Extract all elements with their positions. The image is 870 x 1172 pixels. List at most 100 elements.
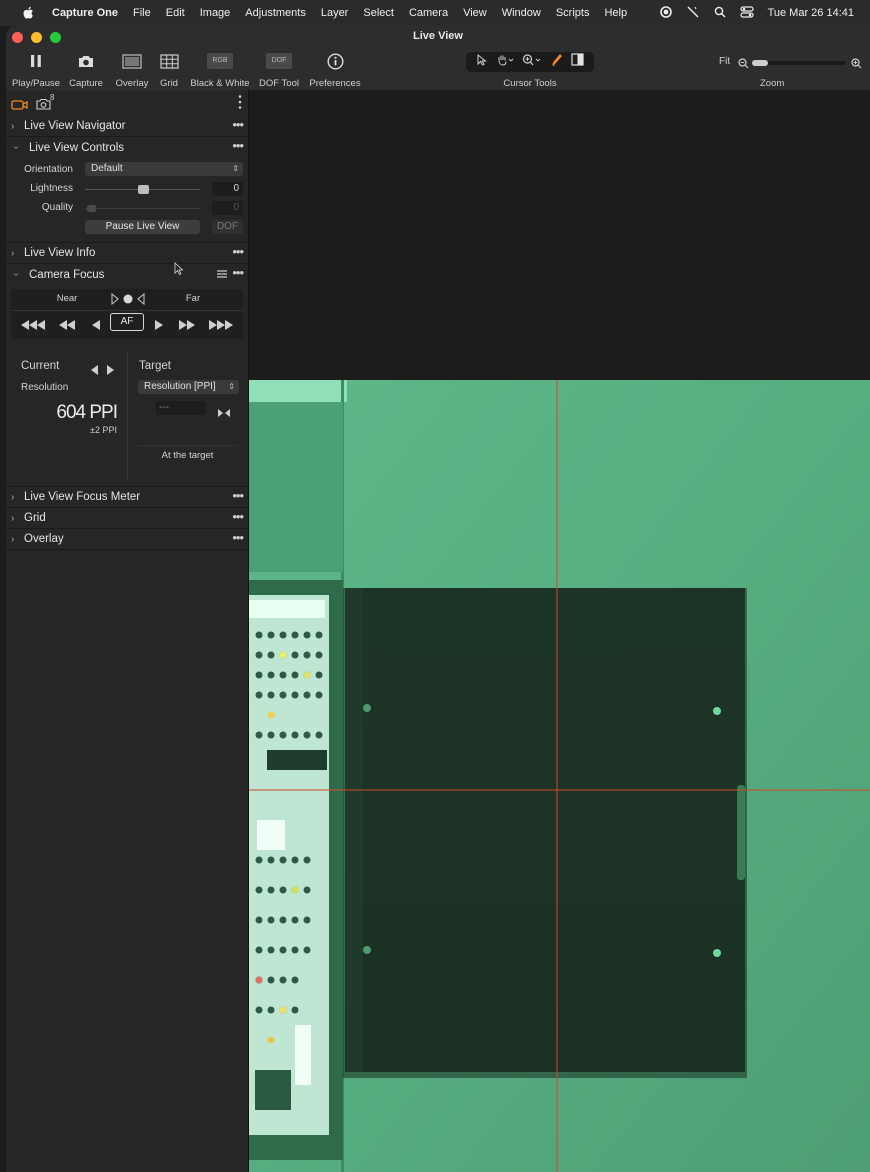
- section-title: Live View Navigator: [24, 120, 126, 132]
- menu-datetime[interactable]: Tue Mar 26 14:41: [768, 7, 854, 19]
- more-icon[interactable]: •••: [232, 530, 244, 545]
- set-target-icon[interactable]: [218, 404, 230, 422]
- live-view-viewer[interactable]: [249, 90, 870, 1172]
- section-title: Overlay: [24, 533, 64, 545]
- control-center-icon[interactable]: [739, 5, 754, 21]
- divider: [11, 310, 243, 311]
- capture-button[interactable]: Capture: [64, 50, 108, 89]
- up-down-arrows-icon: ⇕: [228, 382, 235, 391]
- menu-app-name[interactable]: Capture One: [52, 7, 118, 19]
- arrow-right-icon[interactable]: [106, 362, 114, 380]
- arrow-left-icon[interactable]: [91, 362, 99, 380]
- lightness-slider-knob[interactable]: [137, 185, 149, 194]
- record-icon[interactable]: [659, 5, 672, 21]
- menu-select[interactable]: Select: [363, 7, 394, 19]
- menu-edit[interactable]: Edit: [166, 7, 185, 19]
- zoom-fit-button[interactable]: Fit: [719, 56, 730, 67]
- dof-button[interactable]: DOF: [212, 220, 243, 234]
- grid-button[interactable]: Grid: [154, 50, 184, 89]
- quality-slider-knob[interactable]: [87, 205, 96, 212]
- orientation-value: Default: [91, 163, 123, 174]
- pause-icon: [10, 50, 62, 72]
- more-icon[interactable]: •••: [232, 265, 244, 280]
- quality-slider[interactable]: [85, 208, 200, 209]
- camera-icon: [64, 50, 108, 72]
- menu-image[interactable]: Image: [200, 7, 231, 19]
- section-title: Live View Controls: [29, 141, 125, 154]
- zoom-out-icon[interactable]: [738, 56, 749, 74]
- info-icon: [306, 50, 364, 72]
- play-pause-button[interactable]: Play/Pause: [10, 50, 62, 89]
- chevron-right-icon: ›: [11, 120, 15, 132]
- more-icon[interactable]: •••: [232, 509, 244, 524]
- autofocus-button[interactable]: AF: [110, 313, 144, 331]
- target-metric-select[interactable]: Resolution [PPI] ⇕: [138, 380, 239, 394]
- menu-window[interactable]: Window: [502, 7, 541, 19]
- section-live-view-focus-meter[interactable]: › Live View Focus Meter •••: [6, 487, 249, 508]
- menu-adjustments[interactable]: Adjustments: [245, 7, 306, 19]
- menu-layer[interactable]: Layer: [321, 7, 349, 19]
- black-white-button[interactable]: RGB Black & White: [186, 50, 254, 89]
- window-title: Live View: [413, 30, 463, 42]
- camera-tab-badge: 8: [50, 93, 55, 102]
- preferences-button[interactable]: Preferences: [306, 50, 364, 89]
- wand-icon[interactable]: [686, 6, 700, 21]
- more-vertical-icon[interactable]: [238, 94, 242, 115]
- list-icon[interactable]: [217, 269, 227, 281]
- section-camera-focus[interactable]: › Camera Focus •••: [6, 264, 249, 285]
- focus-far-medium-icon[interactable]: [179, 317, 195, 335]
- zoom-in-icon[interactable]: [851, 56, 862, 74]
- lightness-input[interactable]: 0: [212, 182, 243, 196]
- focus-far-small-icon[interactable]: [155, 317, 163, 335]
- target-value-input[interactable]: ---: [156, 401, 205, 415]
- select-arrow-icon[interactable]: [476, 53, 488, 71]
- pause-live-view-button[interactable]: Pause Live View: [85, 220, 200, 234]
- menu-help[interactable]: Help: [604, 7, 627, 19]
- zoom-tool-icon[interactable]: [522, 53, 542, 71]
- capture-label: Capture: [69, 78, 103, 89]
- overlay-button[interactable]: Overlay: [110, 50, 154, 89]
- resolution-tolerance: ±2 PPI: [90, 425, 117, 435]
- dof-tool-button[interactable]: DOF DOF Tool: [256, 50, 302, 89]
- more-icon[interactable]: •••: [232, 138, 244, 153]
- resolution-label: Resolution: [21, 382, 69, 393]
- section-overlay[interactable]: › Overlay •••: [6, 529, 249, 550]
- compare-split-icon[interactable]: [571, 53, 584, 71]
- section-live-view-navigator[interactable]: › Live View Navigator •••: [6, 116, 249, 137]
- section-live-view-info[interactable]: › Live View Info •••: [6, 243, 249, 264]
- menu-bar: Capture One File Edit Image Adjustments …: [0, 0, 870, 26]
- focus-far-large-icon[interactable]: [209, 317, 233, 335]
- orientation-select[interactable]: Default ⇕: [85, 162, 243, 176]
- search-icon[interactable]: [714, 6, 726, 21]
- pan-hand-icon[interactable]: [496, 53, 514, 71]
- chevron-right-icon: ›: [11, 491, 15, 503]
- zoom-slider-knob[interactable]: [752, 60, 768, 66]
- overlay-icon: [110, 50, 154, 72]
- more-icon[interactable]: •••: [232, 244, 244, 259]
- focus-near-medium-icon[interactable]: [59, 317, 75, 335]
- zoom-slider[interactable]: [752, 60, 846, 66]
- quality-input[interactable]: 0: [212, 201, 243, 215]
- menu-view[interactable]: View: [463, 7, 487, 19]
- menu-file[interactable]: File: [133, 7, 151, 19]
- overlay-label: Overlay: [115, 78, 149, 89]
- menu-scripts[interactable]: Scripts: [556, 7, 590, 19]
- section-live-view-controls[interactable]: › Live View Controls •••: [6, 137, 249, 158]
- dof-tool-label: DOF Tool: [259, 78, 299, 89]
- focus-pencil-icon[interactable]: [551, 53, 563, 72]
- focus-near-large-icon[interactable]: [21, 317, 45, 335]
- target-metric-value: Resolution [PPI]: [144, 381, 216, 392]
- video-camera-icon[interactable]: [11, 98, 29, 116]
- quality-label: Quality: [41, 202, 73, 213]
- menu-camera[interactable]: Camera: [409, 7, 448, 19]
- divider: [138, 445, 237, 446]
- more-icon[interactable]: •••: [232, 117, 244, 132]
- near-label: Near: [56, 293, 78, 304]
- target-label: Target: [139, 360, 171, 372]
- more-icon[interactable]: •••: [232, 488, 244, 503]
- rgb-icon-text: RGB: [207, 53, 233, 69]
- grid-icon: [154, 50, 184, 72]
- focus-near-small-icon[interactable]: [92, 317, 100, 335]
- section-grid[interactable]: › Grid •••: [6, 508, 249, 529]
- apple-icon[interactable]: [20, 5, 36, 21]
